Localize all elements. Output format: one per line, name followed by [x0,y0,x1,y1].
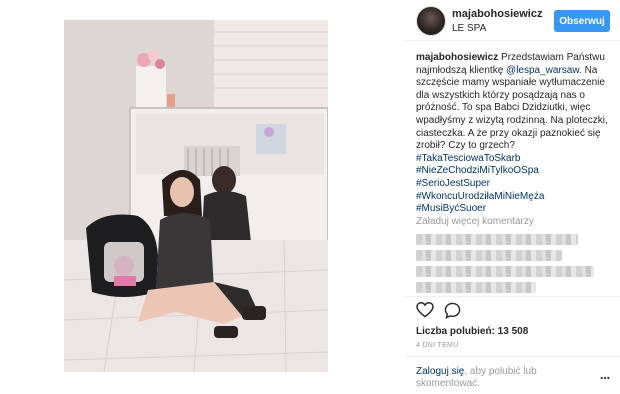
likes-count[interactable]: Liczba polubień: 13 508 [416,326,528,337]
post-header: majabohosiewicz LE SPA Obserwuj [406,4,620,36]
heart-icon[interactable] [416,302,434,318]
hashtag[interactable]: #MusiByćSuoer [416,203,486,214]
caption-text-2: . Na szczęście mamy wspaniałe wytłumacze… [416,64,608,152]
caption-username[interactable]: majabohosiewicz [416,52,498,63]
hashtag[interactable]: #NieZeChodziMiTylkoOSpa [416,165,539,176]
avatar[interactable] [416,6,446,36]
hashtag[interactable]: #WkoncuUrodziłaMiNieMęża [416,191,544,202]
more-options-icon[interactable] [600,376,610,380]
caption-mention[interactable]: @lespa_warsaw [506,65,579,76]
blurred-comment [416,282,536,293]
load-more-comments-link[interactable]: Załaduj więcej komentarzy [416,216,534,227]
post-photo-illustration [64,20,328,372]
timestamp[interactable]: 4 DNI TEMU [416,342,459,349]
post-photo[interactable] [64,20,328,372]
blurred-comment [416,250,562,261]
blurred-comment [416,234,578,245]
action-bar [416,302,612,320]
hashtag[interactable]: #TakaTesciowaToSkarb [416,153,521,164]
footer-divider [406,356,620,357]
login-prompt: Zaloguj się, aby polubić lub skomentować… [416,366,596,390]
comments-divider [406,296,620,297]
hashtag[interactable]: #SerioJestSuper [416,178,490,189]
caption: majabohosiewicz Przedstawiam Państwu naj… [416,52,612,216]
follow-button[interactable]: Obserwuj [554,10,610,32]
header-username[interactable]: majabohosiewicz [452,8,542,20]
comment-icon[interactable] [444,302,461,319]
blurred-comment [416,266,594,277]
header-divider [406,40,620,41]
login-link[interactable]: Zaloguj się [416,366,464,377]
location-link[interactable]: LE SPA [452,23,486,34]
